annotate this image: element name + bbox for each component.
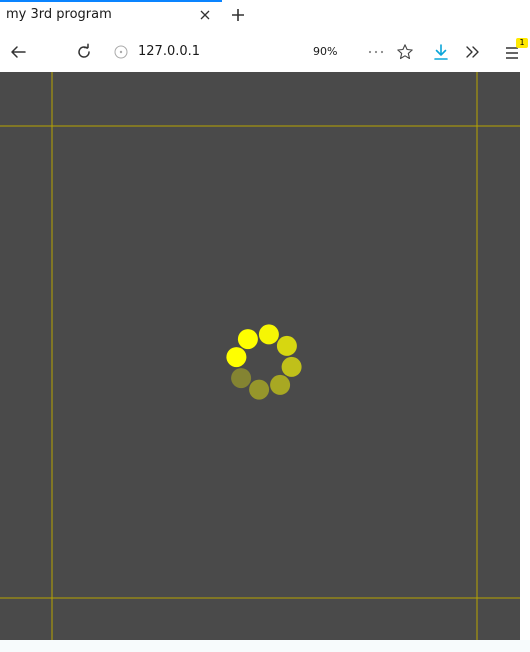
- browser-window: my 3rd program 127.0.0.1 90% 1: [0, 0, 530, 652]
- star-icon[interactable]: [396, 43, 414, 61]
- status-strip: [0, 640, 530, 652]
- spinner-dot: [276, 335, 297, 356]
- spinner-dot: [281, 356, 302, 377]
- zoom-level[interactable]: 90%: [313, 45, 337, 58]
- loading-spinner: [226, 324, 302, 400]
- close-icon[interactable]: [197, 7, 213, 23]
- navigation-bar: 127.0.0.1 90% 1: [0, 32, 530, 72]
- tab-strip: my 3rd program: [0, 0, 530, 32]
- chevrons-right-icon[interactable]: [464, 43, 482, 61]
- menu-update-badge: 1: [516, 38, 528, 48]
- tab-active[interactable]: my 3rd program: [0, 0, 222, 32]
- drawing-canvas[interactable]: [0, 72, 520, 640]
- reload-icon[interactable]: [75, 43, 93, 61]
- spinner-dot: [270, 374, 291, 395]
- plus-icon[interactable]: [229, 6, 247, 24]
- spinner-dot: [226, 347, 247, 368]
- ellipsis-icon[interactable]: [367, 43, 385, 61]
- page-content[interactable]: [0, 72, 520, 640]
- tab-title: my 3rd program: [6, 7, 112, 22]
- tab-accent-line: [0, 0, 222, 2]
- info-circle-icon[interactable]: [113, 44, 129, 60]
- spinner-dot: [231, 368, 252, 389]
- download-icon[interactable]: [432, 43, 450, 61]
- spinner-dot: [237, 329, 258, 350]
- spinner-dot: [249, 379, 270, 400]
- arrow-left-icon[interactable]: [9, 43, 27, 61]
- scrollbar-gutter: [520, 72, 530, 640]
- url-field[interactable]: 127.0.0.1: [138, 44, 200, 59]
- spinner-dot: [258, 324, 279, 345]
